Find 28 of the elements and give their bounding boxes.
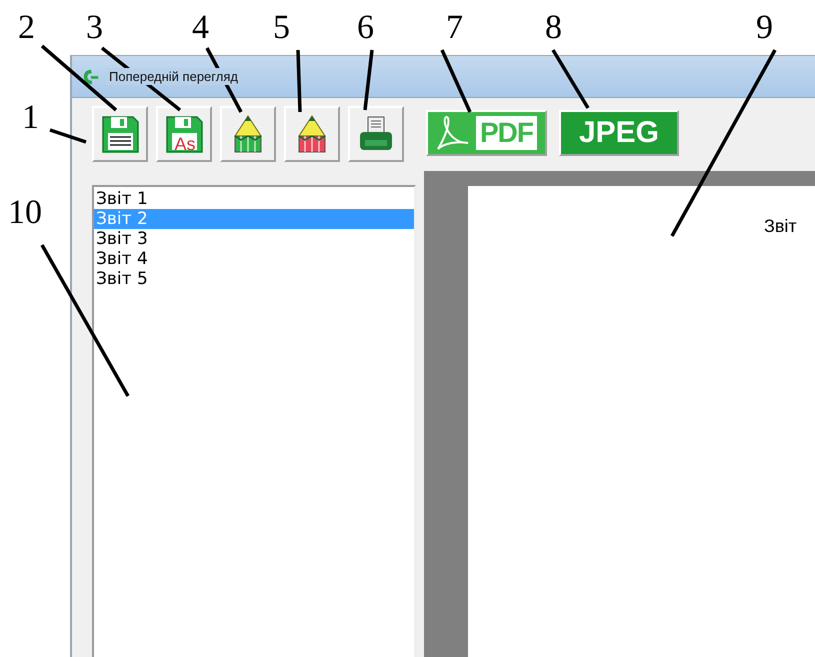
save-button[interactable] (92, 106, 148, 162)
report-title: Звіт (764, 216, 797, 236)
jpeg-export-button[interactable]: JPEG (559, 110, 679, 156)
color-edit-button[interactable] (284, 106, 340, 162)
report-list-item[interactable]: Звіт 4 (94, 249, 414, 269)
window-title: Попередній перегляд (106, 68, 241, 85)
callout-number: 9 (756, 10, 773, 46)
leader-line (552, 49, 590, 109)
callout-number: 2 (18, 10, 35, 46)
print-button[interactable] (348, 106, 404, 162)
callout-number: 6 (357, 10, 374, 46)
leader-line (363, 50, 374, 110)
leader-line (296, 50, 302, 112)
callout-number: 4 (192, 10, 209, 46)
callout-number: 5 (273, 10, 290, 46)
report-list-item[interactable]: Звіт 5 (94, 269, 414, 289)
report-list-item[interactable]: Звіт 1 (94, 189, 414, 209)
save-as-button[interactable]: As (156, 106, 212, 162)
callout-number: 3 (86, 10, 103, 46)
leader-line (49, 128, 87, 144)
callout-number: 10 (8, 195, 42, 231)
callout-number: 8 (545, 10, 562, 46)
callout-number: 1 (22, 100, 39, 136)
leader-line (440, 49, 472, 113)
callout-number: 7 (446, 10, 463, 46)
edit-button[interactable] (220, 106, 276, 162)
leaf-icon (82, 68, 100, 86)
report-list-item[interactable]: Звіт 3 (94, 229, 414, 249)
